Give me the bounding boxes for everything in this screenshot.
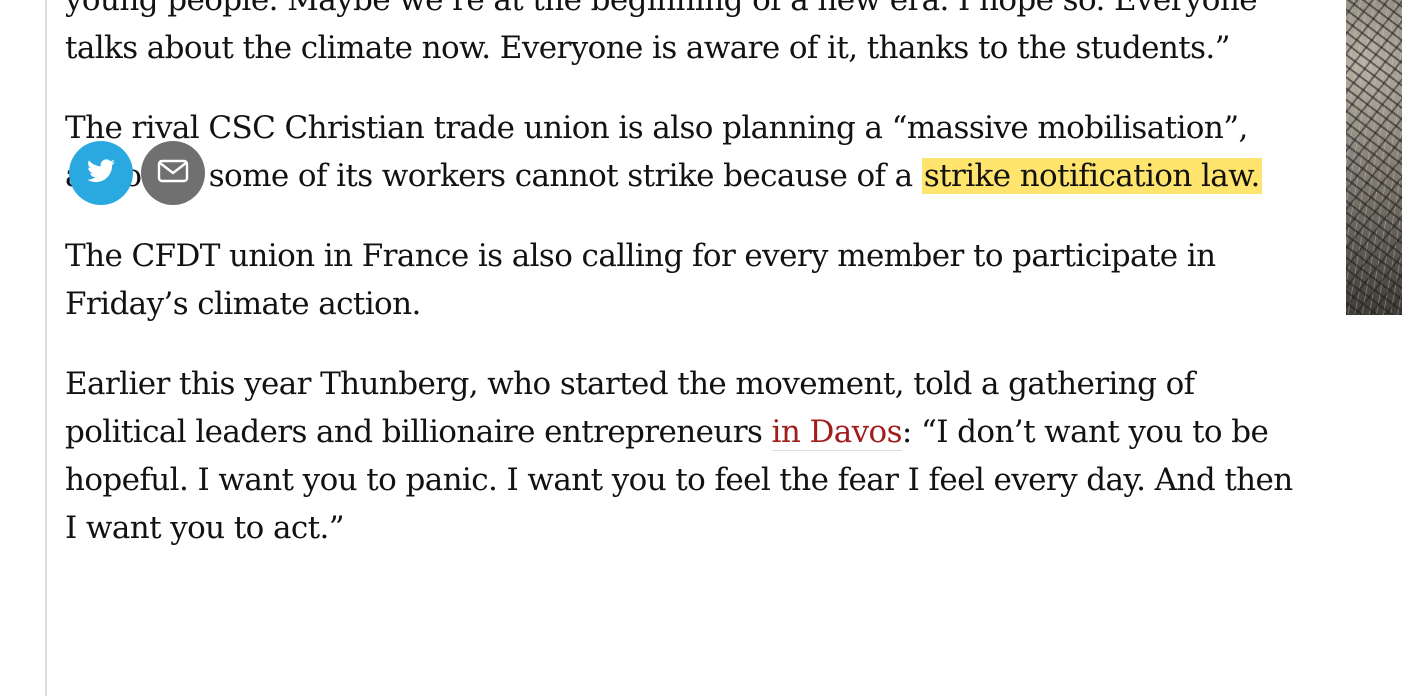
share-bar [69, 141, 205, 205]
article-paragraph: young people. Maybe we’re at the beginni… [65, 0, 1310, 72]
share-email-button[interactable] [141, 141, 205, 205]
twitter-bird-icon [87, 158, 115, 188]
cracked-earth-image [1346, 0, 1402, 315]
left-margin-rule [45, 0, 47, 696]
share-twitter-button[interactable] [69, 141, 133, 205]
article-paragraph: The rival CSC Christian trade union is a… [65, 104, 1310, 200]
article-paragraph: The CFDT union in France is also calling… [65, 232, 1310, 328]
envelope-icon [157, 159, 189, 188]
paragraph-text: The CFDT union in France is also calling… [65, 238, 1216, 322]
paragraph-text: young people. Maybe we’re at the beginni… [65, 0, 1258, 66]
davos-link[interactable]: in Davos [771, 414, 902, 451]
article-paragraph: Earlier this year Thunberg, who started … [65, 360, 1310, 552]
article-page: young people. Maybe we’re at the beginni… [0, 0, 1402, 696]
highlighted-text: strike notification law. [921, 158, 1262, 194]
article-body: young people. Maybe we’re at the beginni… [65, 0, 1310, 584]
